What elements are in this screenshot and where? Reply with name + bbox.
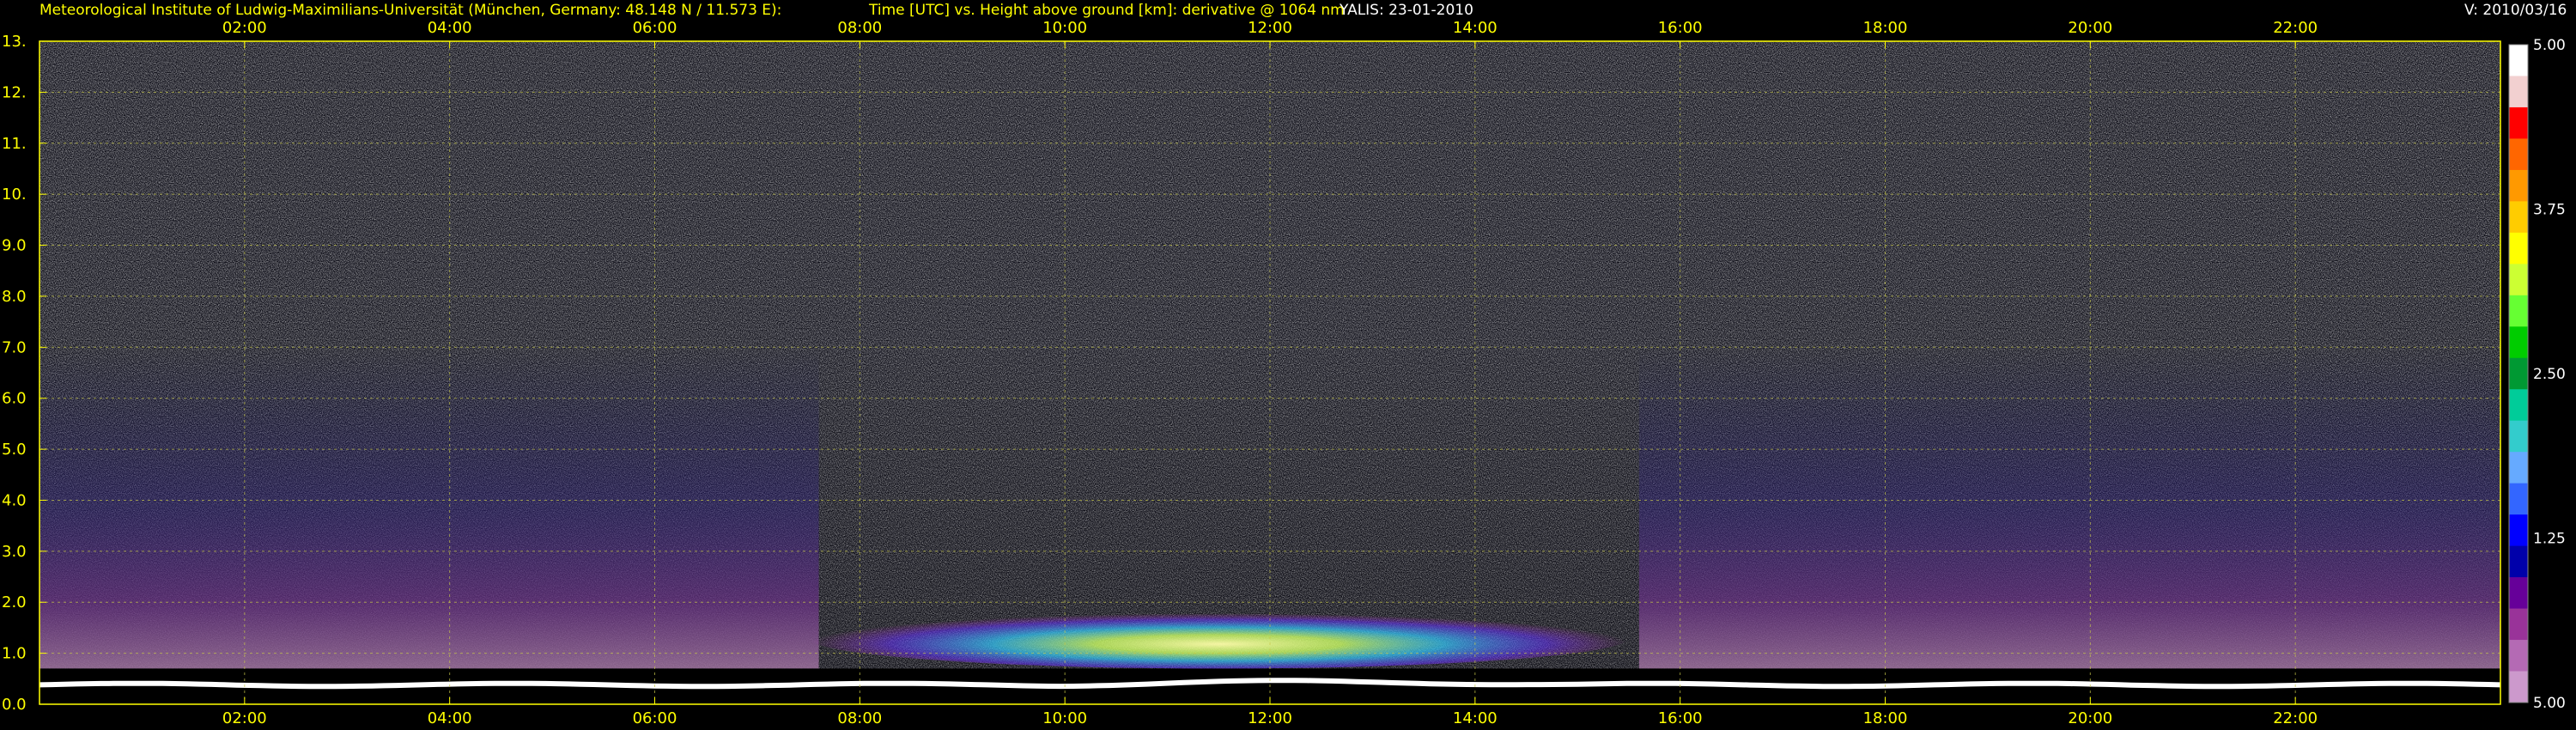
colorbar-segment — [2509, 169, 2528, 202]
y-tick-label: 13. — [2, 33, 27, 51]
colorbar-segment — [2509, 640, 2528, 672]
y-tick-label: 8.0 — [2, 288, 27, 306]
x-tick-label-top: 18:00 — [1863, 19, 1908, 37]
y-tick-label: 4.0 — [2, 491, 27, 509]
y-tick-label: 9.0 — [2, 237, 27, 255]
x-tick-label-top: 06:00 — [633, 19, 677, 37]
colorbar-tick-label: 3.75 — [2533, 202, 2566, 219]
x-tick-label-top: 08:00 — [837, 19, 882, 37]
colorbar-tick-label: 2.50 — [2533, 366, 2566, 383]
y-tick-label: 2.0 — [2, 593, 27, 611]
x-tick-label-top: 10:00 — [1042, 19, 1087, 37]
colorbar-segment — [2509, 577, 2528, 610]
y-tick-label: 1.0 — [2, 645, 27, 663]
x-tick-label-top: 20:00 — [2068, 19, 2112, 37]
x-tick-label-bottom: 14:00 — [1453, 709, 1498, 727]
colorbar-tick-label: 5.00 — [2533, 695, 2566, 712]
colorbar-segment — [2509, 389, 2528, 422]
colorbar-segment — [2509, 357, 2528, 390]
colorbar-segment — [2509, 483, 2528, 515]
x-tick-label-bottom: 18:00 — [1863, 709, 1908, 727]
colorbar-segment — [2509, 138, 2528, 171]
y-tick-label: 5.0 — [2, 441, 27, 459]
colorbar-segment — [2509, 45, 2528, 76]
x-tick-label-bottom: 12:00 — [1248, 709, 1292, 727]
x-tick-label-bottom: 06:00 — [633, 709, 677, 727]
colorbar-segment — [2509, 76, 2528, 108]
colorbar-segment — [2509, 201, 2528, 234]
colorbar-segment — [2509, 106, 2528, 139]
colorbar-segment — [2509, 452, 2528, 484]
x-tick-label-bottom: 10:00 — [1042, 709, 1087, 727]
colorbar-segment — [2509, 671, 2528, 703]
colorbar-segment — [2509, 608, 2528, 641]
colorbar-segment — [2509, 514, 2528, 547]
x-tick-label-bottom: 08:00 — [837, 709, 882, 727]
y-tick-label: 11. — [2, 135, 27, 153]
x-tick-label-top: 12:00 — [1248, 19, 1292, 37]
colorbar-tick-label: 5.00 — [2533, 37, 2566, 54]
x-tick-label-top: 16:00 — [1658, 19, 1703, 37]
y-tick-label: 10. — [2, 186, 27, 204]
x-tick-label-bottom: 22:00 — [2273, 709, 2318, 727]
x-tick-label-bottom: 20:00 — [2068, 709, 2112, 727]
x-tick-label-top: 22:00 — [2273, 19, 2318, 37]
colorbar-segment — [2509, 420, 2528, 453]
aerosol-layer — [808, 607, 1629, 669]
y-tick-label: 0.0 — [2, 696, 27, 714]
y-tick-label: 12. — [2, 83, 27, 101]
x-tick-label-bottom: 02:00 — [222, 709, 267, 727]
colorbar-segment — [2509, 545, 2528, 578]
colorbar-segment — [2509, 232, 2528, 265]
y-tick-label: 6.0 — [2, 390, 27, 408]
x-tick-label-bottom: 04:00 — [428, 709, 472, 727]
x-tick-label-top: 14:00 — [1453, 19, 1498, 37]
y-tick-label: 3.0 — [2, 543, 27, 561]
x-tick-label-top: 04:00 — [428, 19, 472, 37]
colorbar-tick-label: 1.25 — [2533, 531, 2566, 548]
x-tick-label-bottom: 16:00 — [1658, 709, 1703, 727]
colorbar-segment — [2509, 264, 2528, 296]
x-tick-label-top: 02:00 — [222, 19, 267, 37]
colorbar-segment — [2509, 295, 2528, 327]
y-tick-label: 7.0 — [2, 338, 27, 356]
colorbar-segment — [2509, 326, 2528, 359]
lidar-heatmap-chart: 02:00 02:00 04:00 04:00 06:00 06:00 08:00 08:00… — [2, 19, 2566, 727]
